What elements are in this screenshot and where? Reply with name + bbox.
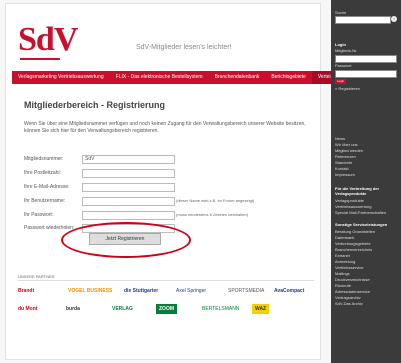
sidebar-service-2[interactable]: Datenbank xyxy=(335,235,354,240)
sidebar-password-label: Passwort xyxy=(335,63,352,68)
sidebar-box-item-3[interactable]: Special Mail-Partnerschaften xyxy=(335,210,386,215)
sidebar-member-input[interactable] xyxy=(335,55,397,63)
partner-logo-12[interactable]: WAZ xyxy=(252,304,270,314)
nav-item-3[interactable]: Branchendatenbank xyxy=(209,71,266,84)
partner-logo-10[interactable]: ZOOM xyxy=(156,304,177,314)
highlight-circle xyxy=(61,222,191,258)
sidebar-service-10[interactable]: Rückrufe xyxy=(335,283,351,288)
partner-logo-5[interactable]: SPORTSMEDIA xyxy=(228,286,264,296)
sidebar-menu-item-4[interactable]: Referenzen xyxy=(335,154,356,159)
partner-logo-8[interactable]: burda xyxy=(66,304,80,314)
sidebar-menu-item-1[interactable]: News xyxy=(335,136,345,141)
password-hint: (muss mindestens 6 Zeichen beinhalten) xyxy=(176,212,249,217)
sidebar-service-12[interactable]: Vertragsarchiv xyxy=(335,295,361,300)
zip-input[interactable] xyxy=(82,169,175,178)
partner-logo-3[interactable]: die Stuttgarter xyxy=(124,286,158,296)
partner-logo-9[interactable]: VERLAG xyxy=(112,304,133,314)
member-number-label: Mitgliedsnummer: xyxy=(24,156,64,162)
sidebar-password-input[interactable] xyxy=(335,70,397,78)
sidebar-service-7[interactable]: Vertriebsservice xyxy=(335,265,363,270)
sidebar-menu-item-3[interactable]: Mitglied werden xyxy=(335,148,363,153)
username-label: Ihr Benutzername: xyxy=(24,198,66,204)
password-repeat-label: Passwort wiederholen: xyxy=(24,225,75,231)
sidebar-service-4[interactable]: Branchenverzeichnis xyxy=(335,247,372,252)
sidebar-service-1[interactable]: Beratung Grundstellen xyxy=(335,229,375,234)
username-input[interactable] xyxy=(82,197,175,206)
partners-label: UNSERE PARTNER xyxy=(18,274,55,279)
intro-text: Wenn Sie über eine Mitgliedsnummer verfü… xyxy=(24,121,306,134)
username-hint: (dieser Name wird z.B. im Forum angezeig… xyxy=(176,198,255,203)
nav-item-2[interactable]: FLIX - Das elektronische Bestellsystem xyxy=(110,71,209,84)
sidebar-menu-item-6[interactable]: Kontakt xyxy=(335,166,349,171)
partner-logo-7[interactable]: du Mont xyxy=(18,304,37,314)
member-number-input[interactable]: SdV xyxy=(82,155,175,164)
sidebar-member-label: Mitglieds-Nr. xyxy=(335,48,358,53)
sidebar-menu-item-7[interactable]: Impressum xyxy=(335,172,355,177)
sidebar-box-item-1[interactable]: Verlagsprodukte xyxy=(335,198,364,203)
login-heading: Login xyxy=(335,42,346,47)
email-label: Ihre E-Mail-Adresse: xyxy=(24,184,70,190)
partners-divider xyxy=(18,280,314,281)
email-input[interactable] xyxy=(82,183,175,192)
partner-logo-4[interactable]: Axel Springer xyxy=(176,286,206,296)
sidebar-service-5[interactable]: Extranet xyxy=(335,253,350,258)
partner-logo-11[interactable]: BERTELSMANN xyxy=(202,304,239,314)
logo-underline xyxy=(20,58,60,60)
partner-logo-6[interactable]: AvaCompact xyxy=(274,286,304,296)
zip-label: Ihre Postleitzahl: xyxy=(24,170,61,176)
sdv-logo[interactable]: SdV xyxy=(18,23,78,57)
sidebar-service-8[interactable]: Mailings xyxy=(335,271,350,276)
main-page: SdV SdV-Mitglieder lesen's leichter! Ver… xyxy=(6,4,357,359)
sidebar-search-input[interactable] xyxy=(335,16,391,24)
password-label: Ihr Passwort: xyxy=(24,212,54,218)
sidebar-register-link[interactable]: » Registrieren xyxy=(335,86,360,91)
sidebar-box-title: Für die Verbreitung der Verlagsprodukte xyxy=(335,186,380,196)
nav-item-4[interactable]: Berichtsgebiete xyxy=(265,71,311,84)
sidebar-service-11[interactable]: Adressdatenservice xyxy=(335,289,370,294)
sidebar-box-item-2[interactable]: Vertriebs­auswertung xyxy=(335,204,371,209)
search-label: Suche xyxy=(335,10,347,15)
header-tagline: SdV-Mitglieder lesen's leichter! xyxy=(136,44,232,51)
sidebar-menu-item-5[interactable]: Standorte xyxy=(335,160,352,165)
sidebar-service-6[interactable]: Anmeldung xyxy=(335,259,355,264)
sidebar-services-title: Sonstige Serviceleistungen xyxy=(335,222,388,227)
sidebar-login-button[interactable]: Login xyxy=(335,79,346,84)
page-title: Mitgliederbereich - Registrierung xyxy=(24,100,166,110)
partner-logo-2[interactable]: VOGEL BUSINESS xyxy=(68,286,112,296)
search-go-icon[interactable]: › xyxy=(391,16,397,22)
sidebar-service-9[interactable]: Druckverzeichnisse xyxy=(335,277,370,282)
sidebar-menu-item-2[interactable]: Wir über uns xyxy=(335,142,358,147)
sidebar-service-3[interactable]: Verbreitungsgebiete xyxy=(335,241,371,246)
partner-logo-1[interactable]: Brandt xyxy=(18,286,34,296)
sidebar-service-13[interactable]: SdV-Das Archiv xyxy=(335,301,363,306)
top-navigation: Verlagsmarketing Vertriebsauswertung FLI… xyxy=(12,71,357,84)
right-sidebar: Suche › Login Mitglieds-Nr. Passwort Log… xyxy=(331,0,401,363)
password-input[interactable] xyxy=(82,211,175,220)
nav-item-1[interactable]: Verlagsmarketing Vertriebsauswertung xyxy=(12,71,110,84)
